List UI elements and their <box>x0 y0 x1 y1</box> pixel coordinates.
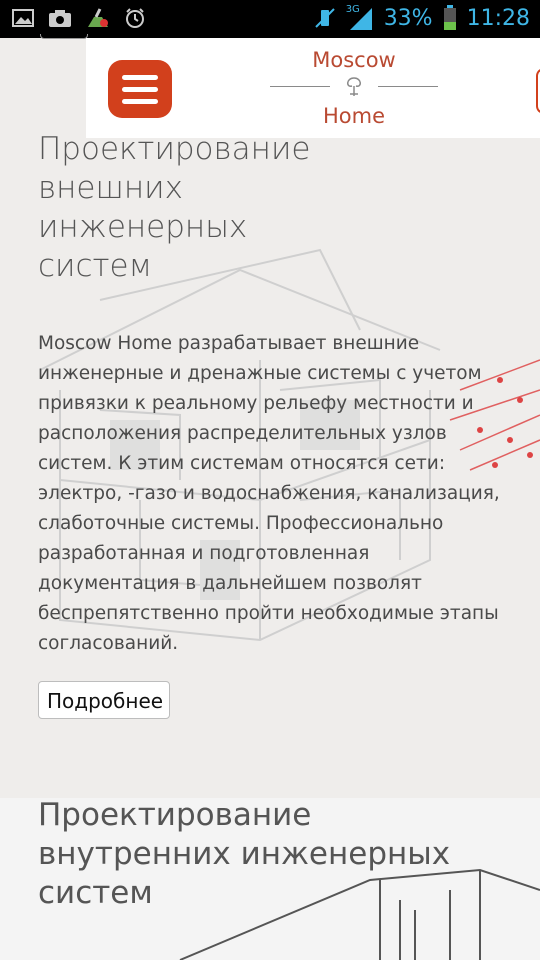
section-description: Moscow Home разрабатывает внешние инжене… <box>38 333 500 654</box>
section-title: Проектирование внешних инженерных систем <box>38 131 311 284</box>
clock: 11:28 <box>466 5 530 31</box>
alarm-clock-icon <box>126 8 144 28</box>
status-bar: 3G 33% 11:28 <box>0 0 540 38</box>
logo-divider-right <box>378 86 438 87</box>
more-button[interactable]: Подробнее <box>38 681 170 719</box>
cleaner-icon <box>88 8 108 27</box>
header-next-button-edge[interactable] <box>536 68 540 114</box>
logo-bottom-text: Home <box>322 104 385 128</box>
battery-icon <box>443 5 456 30</box>
gallery-icon <box>12 9 34 27</box>
section-title-2: Проектирование внутренних инженерных сис… <box>38 797 451 911</box>
battery-percent: 33% <box>383 5 433 31</box>
site-logo[interactable]: Moscow Home <box>268 46 440 130</box>
signal-icon: 3G <box>346 4 374 32</box>
vibrate-mute-icon <box>314 8 335 28</box>
logo-divider-left <box>270 86 330 87</box>
logo-ornament-icon <box>347 77 361 96</box>
page-edge-element <box>40 34 88 39</box>
camera-icon <box>49 10 71 27</box>
logo-top-text: Moscow <box>312 48 396 72</box>
menu-button[interactable] <box>108 60 172 118</box>
